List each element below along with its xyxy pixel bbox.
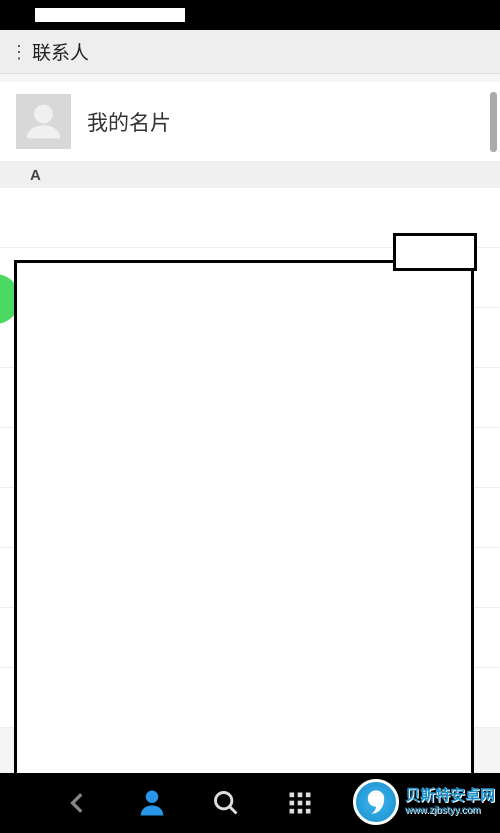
back-button[interactable] bbox=[60, 785, 96, 821]
dialpad-button[interactable] bbox=[282, 785, 318, 821]
contacts-tab[interactable] bbox=[134, 785, 170, 821]
watermark-url: www.zjbstyy.com bbox=[405, 805, 495, 816]
page-title: 联系人 bbox=[32, 38, 89, 65]
watermark-logo-icon bbox=[353, 779, 399, 825]
watermark: 贝斯特安卓网 www.zjbstyy.com bbox=[353, 779, 495, 825]
scrollbar[interactable] bbox=[490, 92, 497, 152]
my-card-row[interactable]: 我的名片 bbox=[0, 82, 500, 161]
watermark-title: 贝斯特安卓网 bbox=[405, 788, 495, 805]
status-bar bbox=[0, 0, 500, 30]
section-header-a: A bbox=[0, 161, 500, 188]
header: ⋮ 联系人 bbox=[0, 30, 500, 74]
avatar bbox=[16, 94, 71, 149]
search-button[interactable] bbox=[208, 785, 244, 821]
overlay-popup[interactable] bbox=[14, 260, 474, 773]
my-card-label: 我的名片 bbox=[87, 107, 171, 137]
overlay-tab[interactable] bbox=[393, 233, 477, 271]
content-area: 我的名片 A bbox=[0, 74, 500, 773]
status-indicator bbox=[35, 8, 185, 22]
menu-dots-icon[interactable]: ⋮ bbox=[10, 47, 26, 57]
section-label: A bbox=[30, 167, 41, 184]
